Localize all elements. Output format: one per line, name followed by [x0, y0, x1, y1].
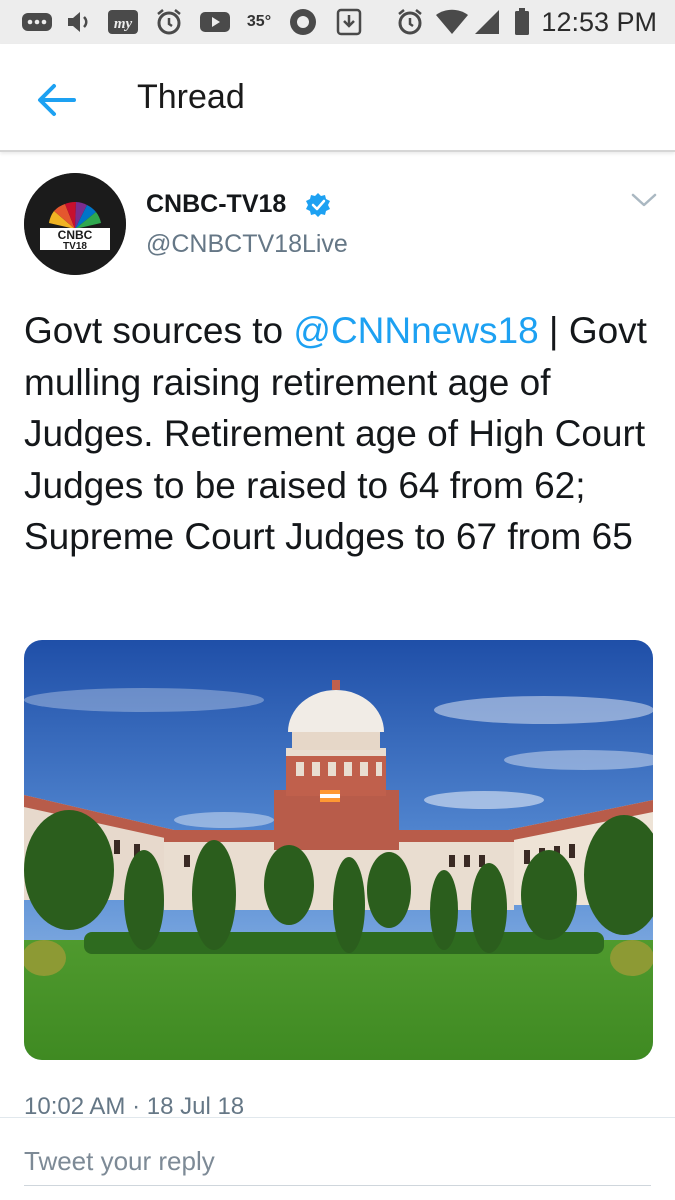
mytoday-icon: my	[106, 9, 140, 35]
tweet-text: Govt sources to @CNNnews18 | Govt mullin…	[24, 305, 654, 563]
tweet: CNBC TV18 CNBC-TV18 @CNBCTV18Live Govt s…	[0, 152, 675, 1200]
opera-icon	[286, 9, 320, 35]
alarm-icon	[395, 9, 425, 35]
temperature-text: 35°	[246, 13, 272, 30]
status-bar: my 35° 12:53 PM	[0, 0, 675, 44]
mytoday-label: my	[114, 16, 133, 32]
reply-input[interactable]	[24, 1138, 651, 1186]
arrow-left-icon	[38, 84, 76, 116]
user-name[interactable]: CNBC-TV18	[146, 190, 286, 219]
tweet-timestamp: 10:02 AM · 18 Jul 18	[24, 1093, 245, 1116]
cnbc-logo: CNBC TV18	[24, 173, 126, 275]
clock-time: 12:53 PM	[541, 7, 657, 37]
back-button[interactable]	[30, 80, 82, 120]
youtube-icon	[198, 9, 232, 35]
mention-link[interactable]: @CNNnews18	[293, 310, 538, 351]
avatar-label-cnbc: CNBC	[58, 228, 93, 242]
reply-bar	[0, 1117, 675, 1200]
wifi-icon	[434, 9, 470, 35]
signal-icon	[472, 9, 502, 35]
verified-badge-icon	[306, 193, 330, 217]
avatar[interactable]: CNBC TV18	[24, 173, 126, 275]
chevron-down-icon[interactable]	[630, 190, 658, 210]
supreme-court-photo	[24, 640, 653, 1060]
alarm-icon	[154, 9, 184, 35]
battery-icon	[512, 8, 532, 35]
app-bar: Thread	[0, 44, 675, 152]
volume-icon	[64, 9, 94, 35]
tweet-photo[interactable]	[24, 640, 653, 1060]
more-icon	[20, 9, 54, 35]
page-title: Thread	[137, 78, 245, 116]
user-handle[interactable]: @CNBCTV18Live	[146, 230, 348, 259]
tweet-text-prefix: Govt sources to	[24, 310, 294, 351]
download-icon	[334, 8, 364, 36]
avatar-label-tv18: TV18	[63, 241, 87, 252]
